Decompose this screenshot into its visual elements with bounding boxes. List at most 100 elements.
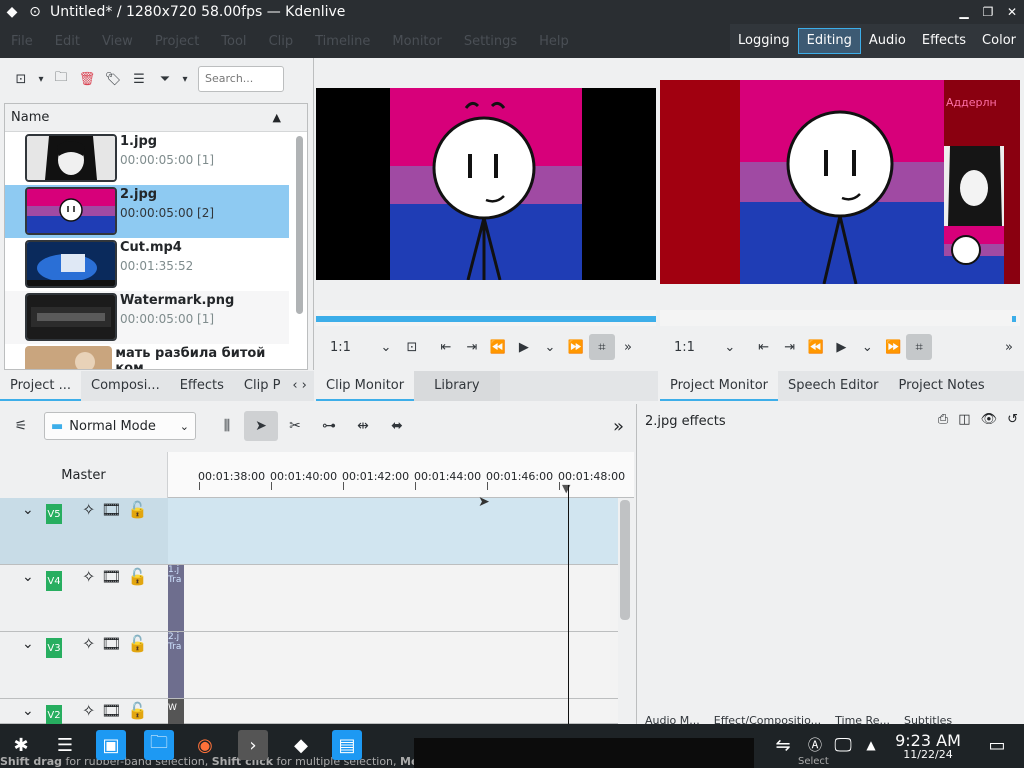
crop-icon[interactable]: ⌗ <box>588 334 615 360</box>
chevron-down-icon[interactable]: ▾ <box>178 66 192 92</box>
menu-edit[interactable]: Edit <box>44 34 91 49</box>
play-icon[interactable]: ▶ <box>828 334 854 360</box>
timeline-clip[interactable]: W <box>168 699 184 724</box>
console-icon[interactable]: › <box>238 730 268 760</box>
menu-icon[interactable]: ☰ <box>126 66 152 92</box>
selection-tool-icon[interactable]: ➤ <box>244 411 278 441</box>
master-label[interactable]: Master <box>0 452 168 498</box>
kdenlive-app-icon[interactable]: ◆ <box>0 0 24 24</box>
menu-timeline[interactable]: Timeline <box>304 34 381 49</box>
forward-icon[interactable]: ⏩ <box>880 334 906 360</box>
collapse-icon[interactable]: ⌄ <box>22 636 34 652</box>
eye-icon[interactable]: 👁 <box>981 412 998 427</box>
zoom-select[interactable]: 1:1 <box>668 334 701 360</box>
hide-track-icon[interactable]: 🎞 <box>101 701 121 720</box>
set-out-point-icon[interactable]: ⇥ <box>459 334 485 360</box>
track-head-v2[interactable]: ⌄ V2 ✧ 🎞 🔓 <box>0 699 168 725</box>
tab-library[interactable]: Library <box>414 371 500 401</box>
play-icon[interactable]: ▶ <box>511 334 537 360</box>
track-v3[interactable]: 2.j Tra <box>168 632 618 699</box>
delete-icon[interactable]: 🗑 <box>74 66 100 92</box>
close-button[interactable]: ✕ <box>1000 0 1024 24</box>
split-compare-icon[interactable]: ◫ <box>958 412 970 427</box>
razor-tool-icon[interactable]: ✂ <box>278 411 312 441</box>
save-effect-icon[interactable]: ⎙ <box>938 412 948 427</box>
timeline-clip[interactable]: 1.j Tra <box>168 565 184 631</box>
chevron-down-icon[interactable]: ⌄ <box>854 334 880 360</box>
edit-mode-select[interactable]: ▬ Normal Mode ⌄ <box>44 412 196 440</box>
menu-view[interactable]: View <box>91 34 144 49</box>
chevron-down-icon[interactable]: ⌄ <box>373 334 399 360</box>
layout-effects[interactable]: Effects <box>914 24 974 58</box>
spacer-tool-icon[interactable]: ⫼ <box>210 411 244 441</box>
set-in-point-icon[interactable]: ⇤ <box>433 334 459 360</box>
track-v2[interactable]: W <box>168 699 618 724</box>
menu-help[interactable]: Help <box>528 34 580 49</box>
zoom-select[interactable]: 1:1 <box>324 334 357 360</box>
menu-monitor[interactable]: Monitor <box>381 34 452 49</box>
list-item[interactable]: 1.jpg 00:00:05:00 [1] <box>5 132 289 185</box>
track-head-v3[interactable]: ⌄ V3 ✧ 🎞 🔓 <box>0 632 168 699</box>
terminal-icon[interactable]: ▣ <box>96 730 126 760</box>
tab-project-notes[interactable]: Project Notes <box>889 371 995 401</box>
chevron-down-icon[interactable]: ⌄ <box>537 334 563 360</box>
filter-icon[interactable]: ⏷ <box>152 66 178 92</box>
more-icon[interactable]: » <box>613 416 624 437</box>
timeline-clip[interactable]: 2.j Tra <box>168 632 184 698</box>
tab-scroll-left-icon[interactable]: ‹ <box>290 371 299 401</box>
clip-monitor-ruler[interactable] <box>316 310 656 326</box>
lock-icon[interactable]: 🔓 <box>128 701 148 720</box>
layout-audio[interactable]: Audio <box>861 24 914 58</box>
project-monitor-screen[interactable]: Аддерлн <box>660 80 1020 284</box>
maximize-button[interactable]: ❐ <box>976 0 1000 24</box>
effects-wand-icon[interactable]: ✧ <box>82 701 95 720</box>
layout-color[interactable]: Color <box>974 24 1024 58</box>
collapse-icon[interactable]: ⌄ <box>22 703 34 719</box>
menu-project[interactable]: Project <box>144 34 210 49</box>
tab-project-bin[interactable]: Project ... <box>0 371 82 401</box>
search-input[interactable]: Search... <box>198 66 284 92</box>
forward-icon[interactable]: ⏩ <box>563 334 589 360</box>
set-out-point-icon[interactable]: ⇥ <box>777 334 803 360</box>
effects-wand-icon[interactable]: ✧ <box>82 500 95 519</box>
taskbar-window-preview[interactable] <box>414 738 754 768</box>
ripple-tool-icon[interactable]: ⇹ <box>346 411 380 441</box>
list-item[interactable]: Watermark.png 00:00:05:00 [1] <box>5 291 289 344</box>
tab-speech-editor[interactable]: Speech Editor <box>778 371 889 401</box>
list-item[interactable]: Cut.mp4 00:01:35:52 <box>5 238 289 291</box>
folder-icon[interactable]: 🗀 <box>144 730 174 760</box>
reset-icon[interactable]: ↺ <box>1007 412 1018 427</box>
minimize-button[interactable]: ▁ <box>952 0 976 24</box>
app-launcher-icon[interactable]: ✱ <box>6 730 36 760</box>
collapse-icon[interactable]: ⌄ <box>22 569 34 585</box>
clip-monitor-screen[interactable] <box>316 88 656 280</box>
collapse-icon[interactable]: ⌄ <box>22 502 34 518</box>
tab-effects[interactable]: Effects <box>170 371 234 401</box>
playhead-marker[interactable]: ▼ <box>562 482 570 495</box>
hide-track-icon[interactable]: 🎞 <box>101 634 121 653</box>
pin-icon[interactable]: ⊙ <box>24 4 46 20</box>
slide-tool-icon[interactable]: ⬌ <box>380 411 414 441</box>
track-head-v5[interactable]: ⌄ V5 ✧ 🎞 🔓 <box>0 498 168 565</box>
tab-compositions[interactable]: Composi... <box>81 371 170 401</box>
show-desktop-icon[interactable]: ▭ <box>982 730 1012 760</box>
timeline-scrollbar[interactable] <box>620 500 630 620</box>
effects-wand-icon[interactable]: ✧ <box>82 567 95 586</box>
list-item[interactable]: мать разбила битой ком <box>5 344 289 369</box>
slip-tool-icon[interactable]: ⊶ <box>312 411 346 441</box>
tag-icon[interactable]: 🏷 <box>100 66 126 92</box>
layout-editing[interactable]: Editing <box>797 28 861 54</box>
file-icon[interactable]: ▤ <box>332 730 362 760</box>
tab-project-monitor[interactable]: Project Monitor <box>660 371 779 401</box>
clock[interactable]: 9:23 AM 11/22/24 <box>893 731 963 761</box>
list-item[interactable]: 2.jpg 00:00:05:00 [2] <box>5 185 289 238</box>
add-clip-icon[interactable]: ⊡ <box>8 66 34 92</box>
set-in-point-icon[interactable]: ⇤ <box>751 334 777 360</box>
bin-scrollbar[interactable] <box>296 136 303 314</box>
tab-clip-properties[interactable]: Clip P <box>234 371 291 401</box>
tab-clip-monitor[interactable]: Clip Monitor <box>316 371 415 401</box>
menu-file[interactable]: File <box>0 34 44 49</box>
kdenlive-task-icon[interactable]: ◆ <box>286 730 316 760</box>
lock-icon[interactable]: 🔓 <box>128 567 148 586</box>
name-column-header[interactable]: Name ▲ <box>5 104 307 132</box>
